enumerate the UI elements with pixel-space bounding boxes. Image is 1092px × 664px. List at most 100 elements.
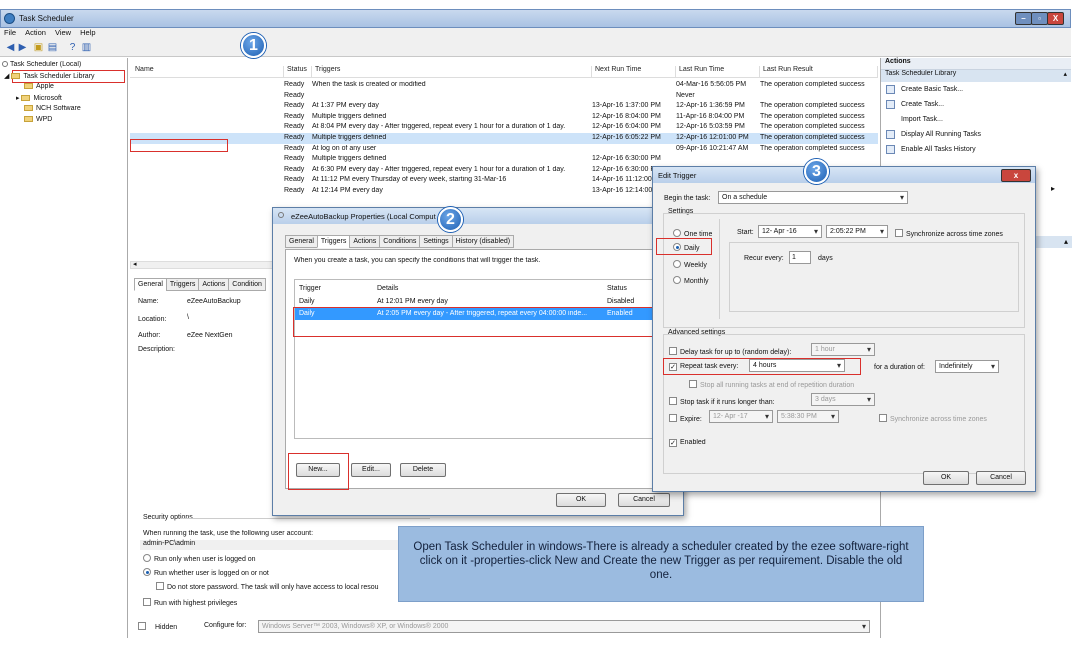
checkbox-highest[interactable] <box>143 598 151 606</box>
option-monthly[interactable]: Monthly <box>673 276 709 285</box>
table-row[interactable]: eZeeAutoBackupReadyMultiple triggers def… <box>130 133 878 144</box>
edit-cancel-button[interactable]: Cancel <box>976 471 1026 485</box>
delete-trigger-button[interactable]: Delete <box>400 463 446 477</box>
col-details[interactable]: Details <box>377 285 398 292</box>
column-triggers[interactable]: Triggers <box>312 66 592 78</box>
folder-up-icon[interactable]: ▣ <box>32 42 45 54</box>
action-create-basic-task[interactable]: Create Basic Task... <box>881 82 1071 97</box>
checkbox-expire[interactable] <box>669 414 677 422</box>
column-next-run[interactable]: Next Run Time <box>592 66 676 78</box>
show-action-pane-icon[interactable]: ▥ <box>80 42 93 54</box>
checkbox-delay[interactable] <box>669 347 677 355</box>
column-name[interactable]: Name <box>132 66 284 78</box>
detail-tab-condition[interactable]: Condition <box>228 278 266 291</box>
checkbox-sync[interactable] <box>895 229 903 237</box>
begin-select[interactable]: On a schedule <box>718 191 908 204</box>
column-status[interactable]: Status <box>284 66 312 78</box>
col-status[interactable]: Status <box>607 285 627 292</box>
edit-trigger-close-button[interactable]: x <box>1001 169 1031 182</box>
edit-ok-button[interactable]: OK <box>923 471 969 485</box>
table-row[interactable]: DropboxUpdateTaskMachineUAReadyAt 8:04 P… <box>130 122 878 133</box>
forward-arrow-icon[interactable]: ▶ <box>16 42 29 54</box>
props-ok-button[interactable]: OK <box>556 493 606 507</box>
checkbox-hidden[interactable] <box>138 622 146 630</box>
props-cancel-button[interactable]: Cancel <box>618 493 670 507</box>
hidden-option[interactable]: Hidden <box>138 622 177 631</box>
option-daily[interactable]: Daily <box>673 243 700 252</box>
option-weekly[interactable]: Weekly <box>673 260 707 269</box>
delay-option[interactable]: Delay task for up to (random delay): <box>669 347 791 356</box>
detail-tab-actions[interactable]: Actions <box>198 278 230 291</box>
option-highest-privileges[interactable]: Run with highest privileges <box>143 598 237 607</box>
start-date-picker[interactable]: 12- Apr -16 <box>758 225 822 238</box>
action-display-running[interactable]: Display All Running Tasks <box>881 127 1071 142</box>
menu-help[interactable]: Help <box>80 28 95 37</box>
menu-view[interactable]: View <box>55 28 71 37</box>
repeat-option[interactable]: ✓ Repeat task every: <box>669 363 738 371</box>
show-hide-tree-icon[interactable]: ▤ <box>46 42 59 54</box>
help-icon[interactable]: ? <box>66 42 79 54</box>
option-one-time[interactable]: One time <box>673 229 712 238</box>
duration-select[interactable]: Indefinitely <box>935 360 999 373</box>
props-tab-settings[interactable]: Settings <box>419 235 453 248</box>
tree-library[interactable]: ◢ Task Scheduler Library <box>4 72 95 80</box>
table-row[interactable]: DriverPack NotifierReadyAt 1:37 PM every… <box>130 101 878 112</box>
option-logged-on[interactable]: Run only when user is logged on <box>143 554 256 563</box>
radio-one-time[interactable] <box>673 229 681 237</box>
radio-daily[interactable] <box>673 243 681 251</box>
tree-folder-apple[interactable]: Apple <box>24 83 54 90</box>
props-tab-history[interactable]: History (disabled) <box>451 235 515 248</box>
enabled-option[interactable]: ✓ Enabled <box>669 439 706 447</box>
checkbox-stop-longer[interactable] <box>669 397 677 405</box>
submenu-arrow-icon[interactable]: ▸ <box>1051 184 1055 193</box>
edit-trigger-button[interactable]: Edit... <box>351 463 391 477</box>
props-tab-conditions[interactable]: Conditions <box>379 235 421 248</box>
table-row[interactable]: CCleanerSkipUACReadyNever <box>130 91 878 102</box>
checkbox-expire-sync[interactable] <box>879 414 887 422</box>
detail-tab-triggers[interactable]: Triggers <box>165 278 200 291</box>
maximize-button[interactable]: ▫ <box>1031 12 1048 25</box>
option-whether-logged-on[interactable]: Run whether user is logged on or not <box>143 568 269 577</box>
radio-weekly[interactable] <box>673 260 681 268</box>
table-row[interactable]: GlaryInitialize 5ReadyAt log on of any u… <box>130 144 878 155</box>
props-tab-general[interactable]: General <box>285 235 318 248</box>
radio-logged-on[interactable] <box>143 554 151 562</box>
radio-whether-logged-on[interactable] <box>143 568 151 576</box>
minimize-button[interactable]: – <box>1015 12 1032 25</box>
props-tab-triggers[interactable]: Triggers <box>316 235 351 248</box>
close-button[interactable]: X <box>1047 12 1064 25</box>
action-import-task[interactable]: Import Task... <box>881 112 1071 127</box>
table-row[interactable]: {08025366-8EFD-4860-8707-4488SE723...Rea… <box>130 80 878 91</box>
menu-file[interactable]: File <box>4 28 16 37</box>
checkbox-stop-all[interactable] <box>689 380 697 388</box>
action-create-task[interactable]: Create Task... <box>881 97 1071 112</box>
checkbox-repeat[interactable]: ✓ <box>669 363 677 371</box>
start-time-spinner[interactable]: 2:05:22 PM <box>826 225 888 238</box>
col-trigger[interactable]: Trigger <box>299 285 321 292</box>
tree-folder-wpd[interactable]: WPD <box>24 116 52 123</box>
stop-all-option[interactable]: Stop all running tasks at end of repetit… <box>689 380 854 389</box>
stop-longer-select[interactable]: 3 days <box>811 393 875 406</box>
menu-action[interactable]: Action <box>25 28 46 37</box>
radio-monthly[interactable] <box>673 276 681 284</box>
recur-input[interactable]: 1 <box>789 251 811 264</box>
repeat-select[interactable]: 4 hours <box>749 359 845 372</box>
configure-select[interactable]: Windows Server™ 2003, Windows® XP, or Wi… <box>258 620 870 633</box>
expire-date-picker[interactable]: 12- Apr -17 <box>709 410 773 423</box>
action-enable-history[interactable]: Enable All Tasks History <box>881 142 1071 157</box>
checkbox-no-store[interactable] <box>156 582 164 590</box>
tree-folder-microsoft[interactable]: ▸ Microsoft <box>16 94 62 102</box>
table-row[interactable]: DropboxUpdateTaskMachineCoreReadyMultipl… <box>130 112 878 123</box>
sync-time-zones[interactable]: Synchronize across time zones <box>895 229 1003 238</box>
expire-option[interactable]: Expire: <box>669 414 702 423</box>
checkbox-enabled[interactable]: ✓ <box>669 439 677 447</box>
tree-folder-nch[interactable]: NCH Software <box>24 105 81 112</box>
option-no-store-password[interactable]: Do not store password. The task will onl… <box>156 582 406 591</box>
column-last-run[interactable]: Last Run Time <box>676 66 760 78</box>
expire-sync-option[interactable]: Synchronize across time zones <box>879 414 987 423</box>
stop-longer-option[interactable]: Stop task if it runs longer than: <box>669 397 775 406</box>
new-trigger-button[interactable]: New... <box>296 463 340 477</box>
props-tab-actions[interactable]: Actions <box>349 235 381 248</box>
tree-root[interactable]: Task Scheduler (Local) <box>2 61 81 68</box>
table-row[interactable]: GoogleUpdateTaskMachineCoreReadyMultiple… <box>130 154 878 165</box>
